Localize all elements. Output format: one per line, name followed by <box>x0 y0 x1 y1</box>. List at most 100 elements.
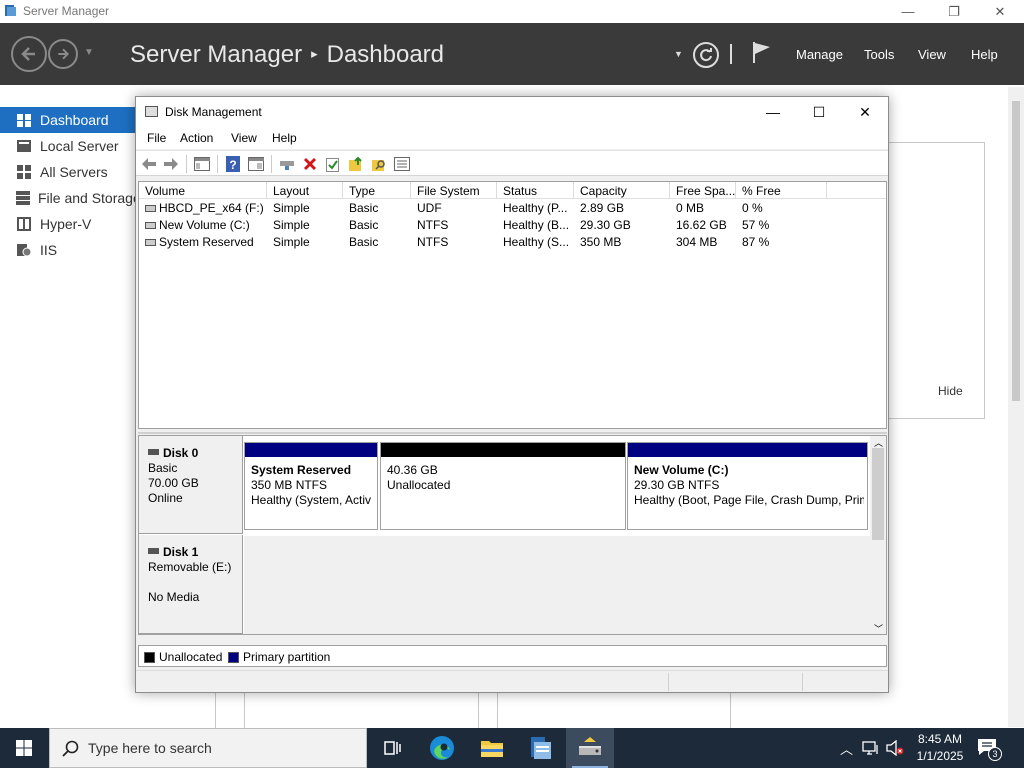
unallocated-bar <box>381 443 625 457</box>
server-manager-titlebar: Server Manager — ❐ ✕ <box>0 0 1024 23</box>
volume-row[interactable]: HBCD_PE_x64 (F:) Simple Basic UDF Health… <box>139 200 886 217</box>
task-view-button[interactable] <box>368 728 416 768</box>
column-header[interactable]: File System <box>411 182 497 199</box>
sidebar-item-all-servers[interactable]: All Servers <box>0 159 137 185</box>
partition-new-volume-c[interactable]: New Volume (C:) 29.30 GB NTFS Healthy (B… <box>627 442 868 530</box>
check-button[interactable] <box>324 155 342 173</box>
show-hidden-icons-chevron-icon[interactable]: ︿ <box>840 739 853 758</box>
background-divider <box>244 693 245 728</box>
cell-type: Basic <box>349 201 379 215</box>
volume-list-header: Volume Layout Type File System Status Ca… <box>139 182 886 199</box>
dashboard-scrollbar[interactable] <box>1008 87 1024 727</box>
iis-icon <box>16 243 32 257</box>
legend-swatch <box>228 651 239 663</box>
partition-status: Unallocated <box>387 478 451 492</box>
column-header[interactable]: Volume <box>139 182 267 199</box>
forward-button[interactable] <box>162 155 180 173</box>
svg-text:?: ? <box>229 158 236 172</box>
forward-arrow-icon <box>164 158 178 170</box>
legend-primary: Primary partition <box>228 650 330 664</box>
history-dropdown-icon[interactable]: ▼ <box>84 47 94 58</box>
dm-menu-view[interactable]: View <box>231 131 257 145</box>
volume-row[interactable]: New Volume (C:) Simple Basic NTFS Health… <box>139 217 886 234</box>
server-icon <box>16 139 32 153</box>
taskbar-file-explorer[interactable] <box>468 728 516 768</box>
column-header[interactable]: % Free <box>736 182 827 199</box>
list-view-button[interactable] <box>393 155 411 173</box>
column-header[interactable]: Type <box>343 182 411 199</box>
taskbar-disk-management[interactable] <box>566 728 614 768</box>
partition-status: Healthy (Boot, Page File, Crash Dump, Pr… <box>634 493 864 507</box>
taskbar-search-box[interactable]: Type here to search <box>49 728 367 768</box>
hide-link[interactable]: Hide <box>938 384 963 398</box>
pane-splitter[interactable] <box>138 432 887 434</box>
notifications-flag-icon[interactable] <box>752 40 772 64</box>
start-button[interactable] <box>0 728 48 768</box>
back-button[interactable] <box>11 36 47 72</box>
scrollbar-thumb[interactable] <box>872 448 884 540</box>
minimize-button[interactable]: — <box>885 0 931 23</box>
dm-minimize-button[interactable]: — <box>750 97 796 127</box>
partition-status: Healthy (System, Activ <box>251 493 372 507</box>
partition-system-reserved[interactable]: System Reserved 350 MB NTFS Healthy (Sys… <box>244 442 378 530</box>
help-button[interactable]: ? <box>224 155 242 173</box>
dashboard-tile <box>885 142 985 419</box>
sidebar-item-label: IIS <box>40 242 58 258</box>
open-button[interactable] <box>347 155 365 173</box>
legend-label: Primary partition <box>243 650 331 664</box>
cell-layout: Simple <box>273 235 310 249</box>
sidebar-item-hyper-v[interactable]: Hyper-V <box>0 211 137 237</box>
menu-tools[interactable]: Tools <box>864 47 894 62</box>
delete-button[interactable] <box>301 155 319 173</box>
taskbar: Type here to search ︿ 8:45 AM 1/1/2025 3 <box>0 728 1024 768</box>
sidebar-item-dashboard[interactable]: Dashboard <box>0 107 137 133</box>
graph-scrollbar[interactable]: ︿ ﹀ <box>870 436 886 634</box>
action-center-button[interactable]: 3 <box>976 737 1006 761</box>
refresh-button[interactable] <box>693 42 719 68</box>
dm-menu-action[interactable]: Action <box>180 131 213 145</box>
restore-button[interactable]: ❐ <box>931 0 977 23</box>
delete-x-icon <box>303 157 317 171</box>
menu-view[interactable]: View <box>918 47 946 62</box>
folder-icon <box>481 741 503 757</box>
scroll-down-icon[interactable]: ﹀ <box>874 622 883 634</box>
column-header[interactable]: Free Spa... <box>670 182 736 199</box>
network-icon[interactable] <box>862 740 880 756</box>
back-button[interactable] <box>140 155 158 173</box>
scrollbar-thumb[interactable] <box>1012 101 1020 401</box>
explore-button[interactable] <box>370 155 388 173</box>
column-header[interactable]: Status <box>497 182 574 199</box>
dm-close-button[interactable]: ✕ <box>842 97 888 127</box>
connect-button[interactable] <box>278 155 296 173</box>
primary-partition-bar <box>245 443 377 457</box>
show-hide-tree-button[interactable] <box>193 155 211 173</box>
cell-volume: System Reserved <box>159 235 254 249</box>
sidebar-item-local-server[interactable]: Local Server <box>0 133 137 159</box>
column-header[interactable]: Layout <box>267 182 343 199</box>
sidebar-item-iis[interactable]: IIS <box>0 237 137 263</box>
sidebar-item-file-and-storage[interactable]: File and Storage Services <box>0 185 137 211</box>
clock-date: 1/1/2025 <box>916 749 964 763</box>
volume-list: Volume Layout Type File System Status Ca… <box>138 181 887 429</box>
dm-menu-file[interactable]: File <box>147 131 166 145</box>
forward-button[interactable] <box>48 39 78 69</box>
properties-button[interactable] <box>247 155 265 173</box>
volume-muted-icon[interactable] <box>886 740 904 756</box>
volume-row[interactable]: System Reserved Simple Basic NTFS Health… <box>139 234 886 251</box>
dm-menu-help[interactable]: Help <box>272 131 297 145</box>
legend-swatch <box>144 651 155 663</box>
dropdown-icon[interactable]: ▼ <box>674 49 683 59</box>
disk-1-label[interactable]: Disk 1 Removable (E:) No Media <box>139 535 243 634</box>
menu-manage[interactable]: Manage <box>796 47 843 62</box>
system-clock[interactable]: 8:45 AM 1/1/2025 <box>912 731 968 765</box>
taskbar-edge[interactable] <box>418 728 466 768</box>
menu-help[interactable]: Help <box>971 47 998 62</box>
partition-unallocated[interactable]: 40.36 GB Unallocated <box>380 442 626 530</box>
disk-0-label[interactable]: Disk 0 Basic 70.00 GB Online <box>139 436 243 534</box>
taskbar-server-manager[interactable] <box>517 728 565 768</box>
column-header[interactable]: Capacity <box>574 182 670 199</box>
close-button[interactable]: ✕ <box>977 0 1023 23</box>
windows-logo-icon <box>16 740 32 756</box>
dm-maximize-button[interactable]: ☐ <box>796 97 842 127</box>
cell-layout: Simple <box>273 218 310 232</box>
